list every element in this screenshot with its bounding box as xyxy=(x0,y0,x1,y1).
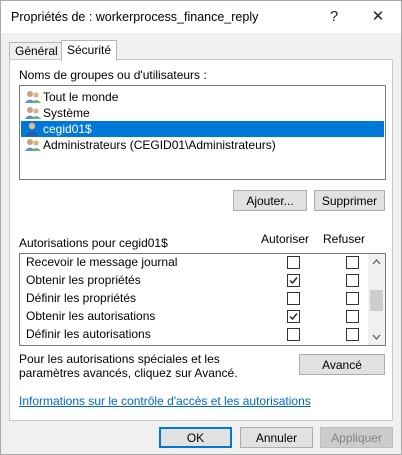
tab-general[interactable]: Général xyxy=(9,42,64,60)
scroll-down-arrow-icon[interactable] xyxy=(368,330,385,344)
list-item[interactable]: Système xyxy=(21,105,384,121)
permission-name: Recevoir le message journal xyxy=(26,255,178,269)
allow-checkbox[interactable] xyxy=(287,274,300,287)
properties-dialog: Propriétés de : workerprocess_finance_re… xyxy=(0,0,402,455)
deny-checkbox[interactable] xyxy=(346,256,359,269)
advanced-info-text: Pour les autorisations spéciales et les … xyxy=(19,352,238,380)
tab-strip: Général Sécurité xyxy=(9,40,393,61)
list-item[interactable]: Tout le monde xyxy=(21,89,384,105)
deny-checkbox[interactable] xyxy=(346,292,359,305)
user-icon xyxy=(26,122,38,136)
allow-checkbox[interactable] xyxy=(287,256,300,269)
ok-button[interactable]: OK xyxy=(159,427,232,448)
list-item-label: Tout le monde xyxy=(43,90,119,104)
list-item-label: cegid01$ xyxy=(43,122,92,136)
permissions-list: Recevoir le message journal Obtenir les … xyxy=(19,253,386,346)
deny-column-header: Refuser xyxy=(323,232,366,246)
deny-checkbox[interactable] xyxy=(346,274,359,287)
deny-checkbox[interactable] xyxy=(346,328,359,341)
permissions-label: Autorisations pour cegid01$ xyxy=(19,236,168,250)
list-item-selected[interactable]: cegid01$ xyxy=(21,121,384,137)
allow-column-header: Autoriser xyxy=(261,232,310,246)
allow-checkbox[interactable] xyxy=(287,292,300,305)
allow-checkbox[interactable] xyxy=(287,328,300,341)
permissions-scrollbar[interactable] xyxy=(368,254,385,345)
permission-row: Obtenir les autorisations xyxy=(20,307,367,325)
remove-button[interactable]: Supprimer xyxy=(314,190,385,211)
permission-name: Obtenir les autorisations xyxy=(26,309,156,323)
scrollbar-thumb[interactable] xyxy=(370,290,383,311)
permission-name: Obtenir les propriétés xyxy=(26,273,141,287)
deny-checkbox[interactable] xyxy=(346,310,359,323)
permission-row: Définir les propriétés xyxy=(20,289,367,307)
checkmark-icon xyxy=(289,277,298,285)
window-title: Propriétés de : workerprocess_finance_re… xyxy=(11,10,259,24)
title-bar: Propriétés de : workerprocess_finance_re… xyxy=(1,1,401,33)
permission-row: Obtenir les propriétés xyxy=(20,271,367,289)
access-control-help-link[interactable]: Informations sur le contrôle d'accès et … xyxy=(19,394,311,408)
permission-name: Définir les autorisations xyxy=(26,327,151,341)
scroll-up-arrow-icon[interactable] xyxy=(368,255,385,269)
advanced-button[interactable]: Avancé xyxy=(299,354,385,375)
cancel-button[interactable]: Annuler xyxy=(240,427,313,448)
help-button[interactable]: ? xyxy=(312,1,356,33)
allow-checkbox[interactable] xyxy=(287,310,300,323)
close-button[interactable]: ✕ xyxy=(356,1,400,33)
users-group-icon xyxy=(25,139,41,151)
add-button[interactable]: Ajouter... xyxy=(233,190,307,211)
groups-listbox[interactable]: Tout le monde Système cegid01$ Administr… xyxy=(19,85,386,180)
apply-button[interactable]: Appliquer xyxy=(320,427,393,448)
permission-row: Recevoir le message journal xyxy=(20,254,367,271)
groups-label: Noms de groupes ou d'utilisateurs : xyxy=(19,68,207,82)
users-group-icon xyxy=(25,91,41,103)
list-item-label: Système xyxy=(43,106,90,120)
checkmark-icon xyxy=(289,313,298,321)
list-item[interactable]: Administrateurs (CEGID01\Administrateurs… xyxy=(21,137,384,153)
security-panel: Noms de groupes ou d'utilisateurs : Tout… xyxy=(9,59,393,421)
list-item-label: Administrateurs (CEGID01\Administrateurs… xyxy=(43,138,276,152)
users-group-icon xyxy=(25,107,41,119)
permission-name: Définir les propriétés xyxy=(26,291,137,305)
tab-security[interactable]: Sécurité xyxy=(61,40,118,61)
permission-row: Définir les autorisations xyxy=(20,325,367,343)
